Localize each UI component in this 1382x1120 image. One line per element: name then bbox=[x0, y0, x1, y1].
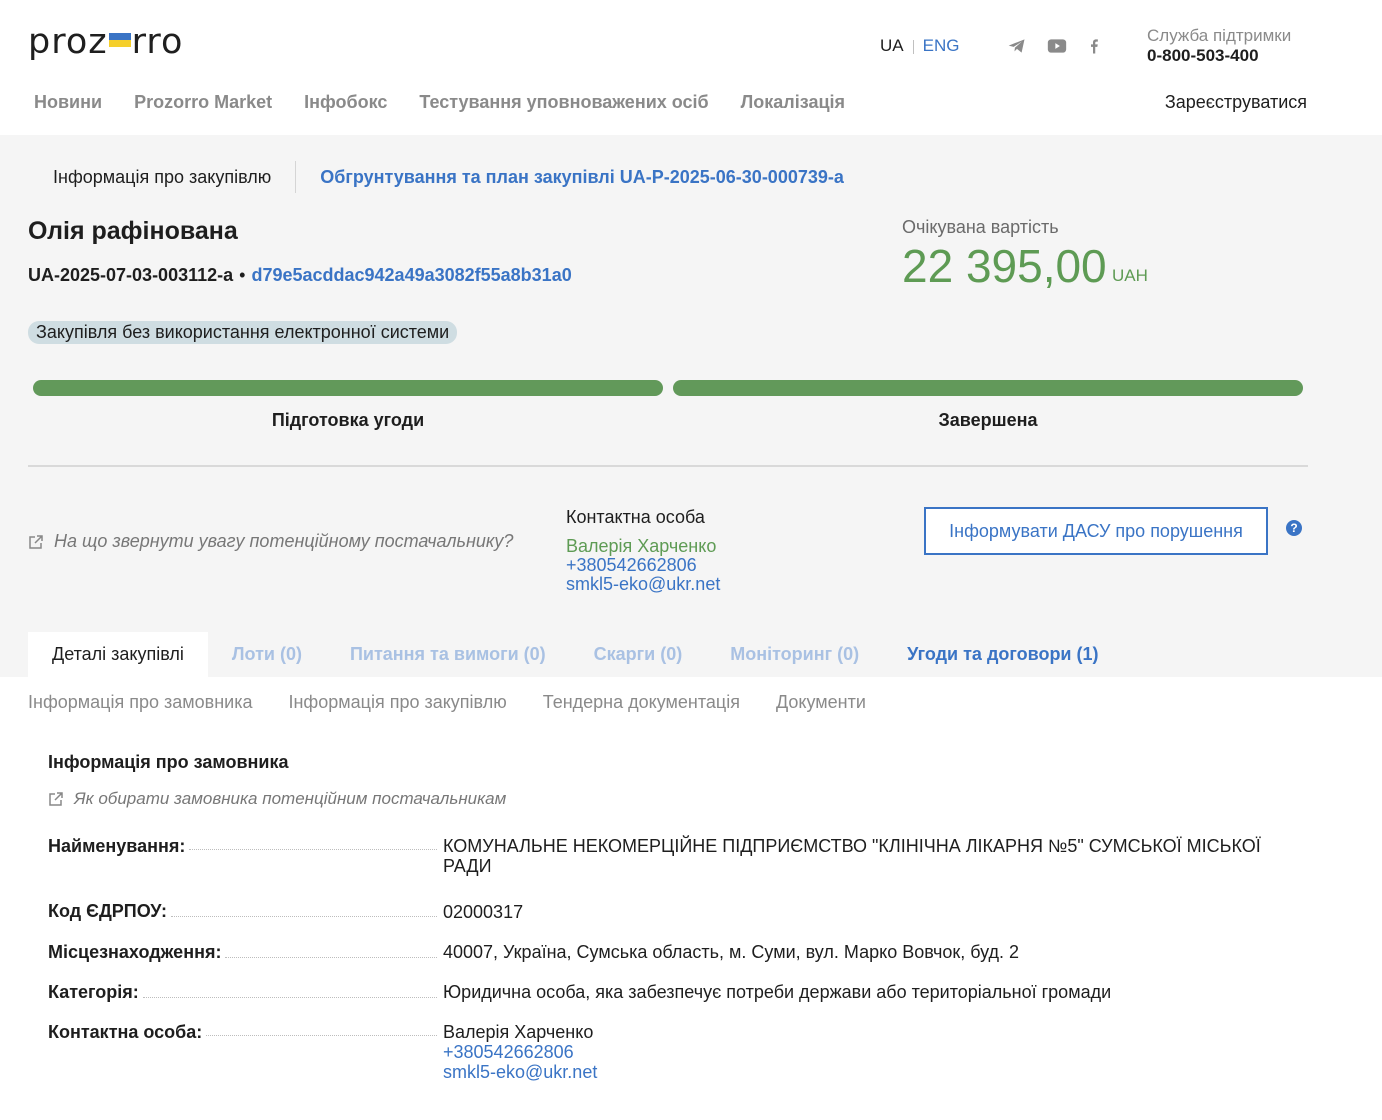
stage-label-2: Завершена bbox=[938, 410, 1038, 430]
customer-contact-name: Валерія Харченко bbox=[443, 1022, 594, 1042]
telegram-icon[interactable] bbox=[1006, 36, 1028, 56]
customer-row-location: Місцезнаходження: 40007, Україна, Сумськ… bbox=[48, 942, 1308, 963]
nav-item-news[interactable]: Новини bbox=[34, 92, 102, 113]
contact-email-link[interactable]: smkl5-eko@ukr.net bbox=[566, 574, 720, 595]
lang-ua[interactable]: UA bbox=[880, 36, 904, 55]
tab-monitoring[interactable]: Моніторинг (0) bbox=[706, 632, 883, 677]
expected-value-label: Очікувана вартість bbox=[902, 217, 1059, 237]
main-nav: Новини Prozorro Market Інфобокс Тестуван… bbox=[34, 92, 845, 113]
external-link-icon bbox=[29, 534, 43, 549]
customer-hint-link[interactable]: Як обирати замовника потенційним постача… bbox=[48, 789, 506, 809]
subnav-customer-info[interactable]: Інформація про замовника bbox=[28, 692, 252, 713]
contact-phone-link[interactable]: +380542662806 bbox=[566, 555, 697, 576]
facebook-icon[interactable] bbox=[1083, 36, 1105, 56]
tab-contracts[interactable]: Угоди та договори (1) bbox=[883, 632, 1122, 677]
customer-name-value: КОМУНАЛЬНЕ НЕКОМЕРЦІЙНЕ ПІДПРИЄМСТВО "КЛ… bbox=[443, 836, 1261, 876]
stage-progress-bar-2 bbox=[673, 380, 1303, 396]
stage-progress-bar-1 bbox=[33, 380, 663, 396]
customer-row-category: Категорія: Юридична особа, яка забезпечу… bbox=[48, 982, 1308, 1003]
customer-location-value: 40007, Україна, Сумська область, м. Суми… bbox=[443, 942, 1020, 962]
logo-text-right: rro bbox=[131, 22, 184, 62]
subnav-documents[interactable]: Документи bbox=[776, 692, 866, 713]
field-label: Категорія: bbox=[48, 982, 443, 1003]
field-label: Код ЄДРПОУ: bbox=[48, 898, 443, 922]
lang-divider bbox=[912, 39, 914, 54]
supplier-hint-link[interactable]: На що звернути увагу потенційному постач… bbox=[28, 531, 513, 552]
expected-value-currency: UAH bbox=[1112, 266, 1148, 285]
tender-title: Олія рафінована bbox=[28, 217, 238, 245]
nav-item-localization[interactable]: Локалізація bbox=[741, 92, 845, 113]
supplier-hint-text: На що звернути увагу потенційному постач… bbox=[54, 531, 514, 551]
contact-name: Валерія Харченко bbox=[566, 536, 717, 556]
customer-hint-text: Як обирати замовника потенційним постача… bbox=[74, 789, 507, 808]
logo-text-left: proz bbox=[28, 22, 108, 62]
register-link[interactable]: Зареєструватися bbox=[1165, 92, 1307, 113]
lang-eng[interactable]: ENG bbox=[923, 36, 960, 55]
procurement-type-badge: Закупівля без використання електронної с… bbox=[28, 321, 458, 344]
tender-hash-link[interactable]: d79e5acddac942a49a3082f55a8b31a0 bbox=[251, 265, 571, 285]
expected-value-amount: 22 395,00 bbox=[902, 240, 1107, 292]
subtab-plan-link[interactable]: Обгрунтування та план закупівлі UA-P-202… bbox=[320, 167, 844, 188]
tender-ids: UA-2025-07-03-003112-a • d79e5acddac942a49… bbox=[28, 265, 572, 286]
customer-row-contact: Контактна особа: Валерія Харченко +38054… bbox=[48, 1022, 1308, 1082]
site-header: proz rro UA ENG Служба підтримки 0-800-503… bbox=[0, 0, 1382, 135]
nav-item-infobox[interactable]: Інфобокс bbox=[304, 92, 387, 113]
nav-item-market[interactable]: Prozorro Market bbox=[134, 92, 272, 113]
external-link-icon bbox=[49, 792, 63, 806]
tab-lots[interactable]: Лоти (0) bbox=[208, 632, 326, 677]
subtab-tender-info[interactable]: Інформація про закупівлю bbox=[53, 167, 271, 188]
details-subnav: Інформація про замовника Інформація про … bbox=[28, 692, 866, 713]
customer-section-title: Інформація про замовника bbox=[48, 752, 289, 772]
customer-category-value: Юридична особа, яка забезпечує потреби д… bbox=[443, 982, 1112, 1002]
language-switcher: UA ENG bbox=[880, 36, 959, 56]
report-violation-button[interactable]: Інформувати ДАСУ про порушення bbox=[924, 507, 1268, 555]
prozorro-logo[interactable]: proz rro bbox=[28, 22, 183, 62]
support-label: Служба підтримки bbox=[1147, 26, 1292, 45]
subnav-tender-docs[interactable]: Тендерна документація bbox=[543, 692, 740, 713]
field-label: Контактна особа: bbox=[48, 1022, 443, 1082]
id-separator: • bbox=[239, 265, 246, 285]
youtube-icon[interactable] bbox=[1046, 36, 1068, 56]
section-divider bbox=[28, 465, 1308, 467]
subtab-divider bbox=[295, 161, 297, 193]
tender-subtabs: Інформація про закупівлю Обгрунтування т… bbox=[53, 161, 844, 193]
field-label: Місцезнаходження: bbox=[48, 942, 443, 963]
customer-code-value: 02000317 bbox=[443, 902, 524, 922]
customer-row-code: Код ЄДРПОУ: 02000317 bbox=[48, 898, 1308, 922]
flag-icon bbox=[108, 33, 131, 47]
support-phone[interactable]: 0-800-503-400 bbox=[1147, 46, 1259, 66]
tender-tabs: Деталі закупівлі Лоти (0) Питання та вим… bbox=[28, 632, 1123, 677]
field-label: Найменування: bbox=[48, 836, 443, 876]
tab-questions[interactable]: Питання та вимоги (0) bbox=[326, 632, 570, 677]
customer-row-name: Найменування: КОМУНАЛЬНЕ НЕКОМЕРЦІЙНЕ ПІ… bbox=[48, 836, 1308, 876]
contact-title: Контактна особа bbox=[566, 507, 705, 527]
help-icon[interactable]: ? bbox=[1286, 520, 1302, 536]
stage-label-1: Підготовка угоди bbox=[271, 410, 425, 430]
tab-complaints[interactable]: Скарги (0) bbox=[570, 632, 707, 677]
customer-contact-value: Валерія Харченко +380542662806 smkl5-eko… bbox=[443, 1022, 1263, 1082]
customer-contact-phone[interactable]: +380542662806 bbox=[443, 1042, 1263, 1062]
tab-details[interactable]: Деталі закупівлі bbox=[28, 632, 208, 677]
nav-item-testing[interactable]: Тестування уповноважених осіб bbox=[419, 92, 708, 113]
tender-id: UA-2025-07-03-003112-a bbox=[28, 265, 234, 285]
customer-contact-email[interactable]: smkl5-eko@ukr.net bbox=[443, 1062, 1263, 1082]
tender-summary-panel: Інформація про закупівлю Обгрунтування т… bbox=[0, 135, 1382, 677]
subnav-tender-info[interactable]: Інформація про закупівлю bbox=[288, 692, 506, 713]
